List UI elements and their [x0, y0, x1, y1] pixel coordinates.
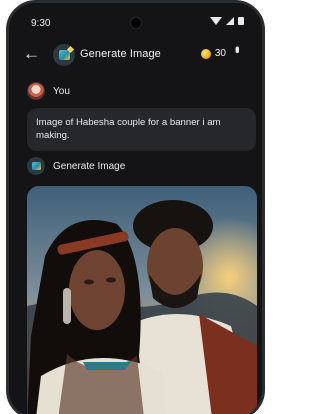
app-bar: ← Generate Image 30 ••• — [9, 43, 262, 69]
user-message-header: You — [27, 82, 70, 100]
avatar — [27, 82, 45, 100]
phone-frame: 9:30 ← Generate Image 30 ••• You Image o… — [6, 0, 265, 414]
generated-image-art — [27, 186, 257, 414]
more-vert-icon[interactable]: ••• — [230, 46, 245, 51]
app-screen: 9:30 ← Generate Image 30 ••• You Image o… — [9, 3, 262, 414]
generated-image[interactable] — [27, 186, 257, 414]
status-time: 9:30 — [31, 18, 51, 29]
back-arrow-icon[interactable]: ← — [23, 44, 40, 64]
page-title: Generate Image — [80, 48, 161, 60]
battery-icon — [238, 17, 244, 25]
bot-name: Generate Image — [53, 160, 126, 172]
bot-message-header: Generate Image — [27, 157, 125, 175]
wifi-icon — [210, 17, 222, 25]
status-bar: 9:30 — [9, 3, 262, 43]
signal-icon — [226, 17, 234, 25]
front-camera — [131, 18, 141, 28]
user-name: You — [53, 85, 70, 97]
user-prompt-bubble: Image of Habesha couple for a banner i a… — [27, 108, 256, 151]
coin-icon — [200, 48, 211, 59]
system-icons — [210, 17, 244, 25]
image-generator-icon — [53, 44, 75, 66]
credits-badge[interactable]: 30 — [200, 48, 226, 59]
credits-count: 30 — [214, 48, 226, 59]
image-generator-icon — [27, 157, 45, 175]
